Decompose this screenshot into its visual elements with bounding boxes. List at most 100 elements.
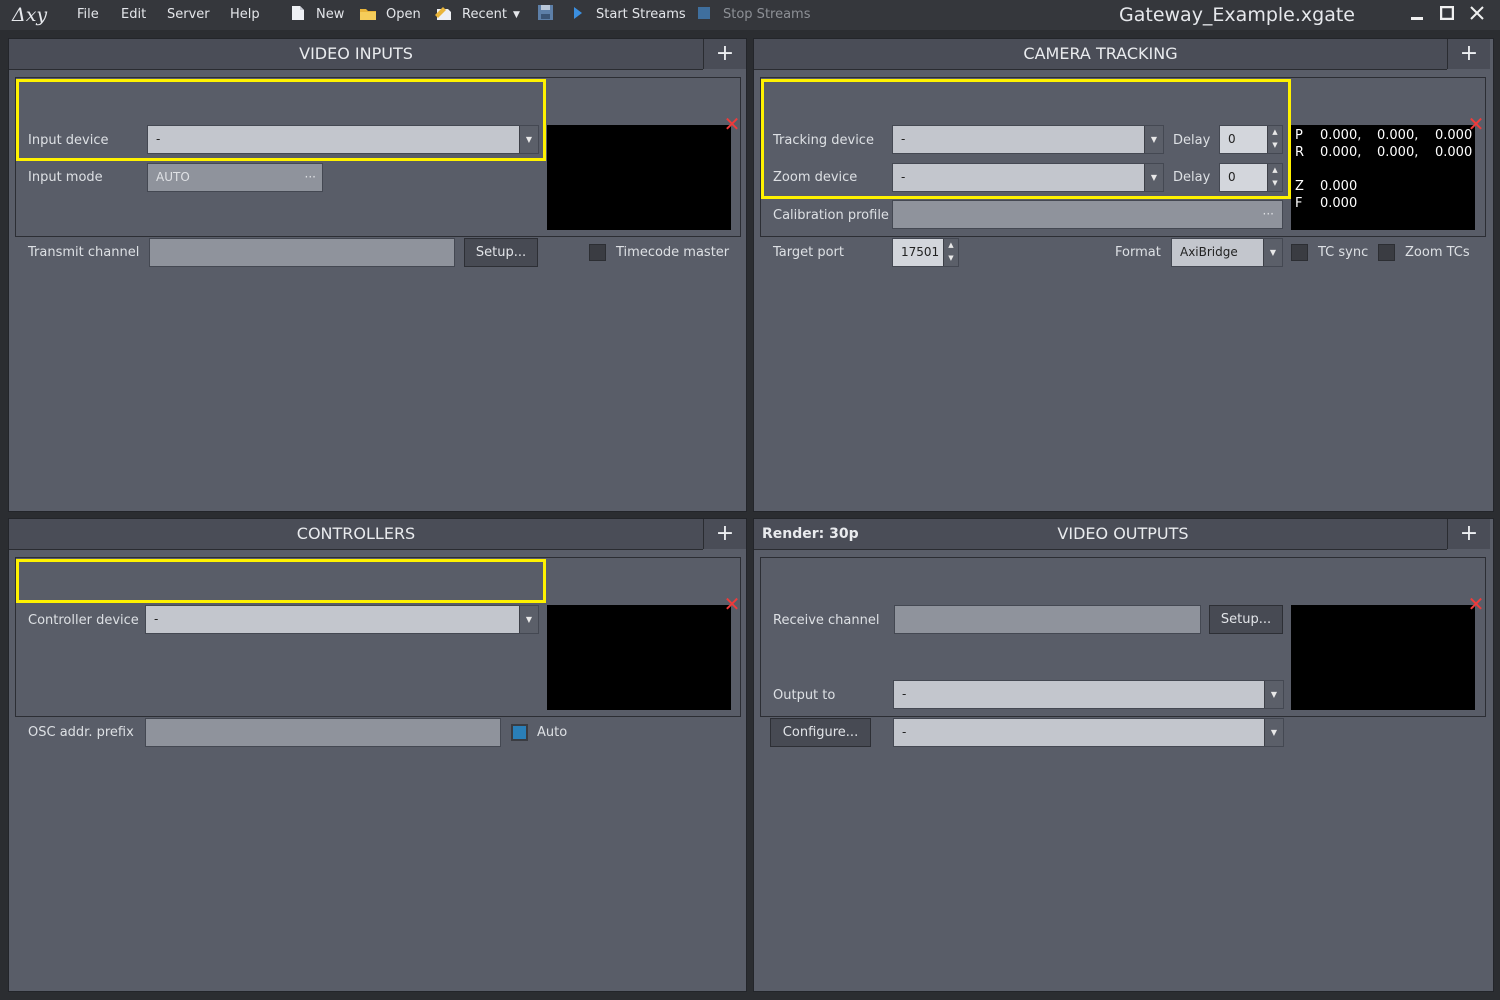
auto-checkbox[interactable] bbox=[511, 724, 528, 741]
format-select[interactable]: AxiBridge ▼ bbox=[1171, 238, 1283, 267]
input-mode-label: Input mode bbox=[28, 170, 103, 185]
menu-server[interactable]: Server bbox=[167, 0, 210, 30]
panel-header: Render: 30p VIDEO OUTPUTS bbox=[754, 519, 1447, 550]
remove-tracking-icon[interactable]: ✕ bbox=[1467, 114, 1485, 134]
p-value-1: 0.000, bbox=[1320, 128, 1362, 143]
format-label: Format bbox=[1115, 245, 1161, 260]
transmit-channel-label: Transmit channel bbox=[28, 245, 140, 260]
controller-device-value: - bbox=[154, 612, 159, 626]
add-video-input-button[interactable]: + bbox=[703, 39, 746, 69]
target-port-spinner[interactable]: 17501 ▲ ▼ bbox=[892, 238, 959, 267]
calibration-profile-label: Calibration profile bbox=[773, 208, 889, 223]
target-port-value: 17501 bbox=[901, 245, 940, 259]
receive-channel-input[interactable] bbox=[894, 605, 1201, 634]
output-to-value: - bbox=[902, 687, 907, 701]
output-preview bbox=[1291, 605, 1475, 710]
osc-prefix-input[interactable] bbox=[145, 718, 501, 747]
new-button[interactable]: New bbox=[316, 0, 344, 30]
input-mode-field[interactable]: AUTO ··· bbox=[147, 163, 323, 192]
panel-header: CONTROLLERS bbox=[9, 519, 703, 550]
tc-sync-checkbox[interactable] bbox=[1291, 244, 1308, 261]
video-outputs-panel: Render: 30p VIDEO OUTPUTS + Receive chan… bbox=[753, 518, 1494, 992]
menu-help[interactable]: Help bbox=[230, 0, 260, 30]
recent-chevron-down-icon[interactable]: ▼ bbox=[513, 0, 520, 30]
receive-channel-label: Receive channel bbox=[773, 613, 880, 628]
close-window-icon[interactable] bbox=[1470, 0, 1486, 30]
highlight-box-input bbox=[16, 79, 546, 161]
remove-output-icon[interactable]: ✕ bbox=[1467, 594, 1485, 614]
f-label: F bbox=[1295, 196, 1303, 211]
chevron-down-icon[interactable]: ▼ bbox=[1263, 239, 1282, 266]
target-port-label: Target port bbox=[773, 245, 844, 260]
r-label: R bbox=[1295, 145, 1305, 160]
app-logo: Δxy bbox=[12, 4, 48, 26]
more-icon[interactable]: ··· bbox=[1263, 201, 1274, 227]
title-bar: Δxy File Edit Server Help New Open Recen… bbox=[0, 0, 1500, 30]
minimize-icon[interactable] bbox=[1410, 0, 1426, 30]
tc-sync-label: TC sync bbox=[1318, 245, 1369, 260]
p-label: P bbox=[1295, 128, 1303, 143]
document-title: Gateway_Example.xgate bbox=[1119, 4, 1355, 26]
input-mode-value: AUTO bbox=[156, 170, 190, 184]
maximize-icon[interactable] bbox=[1439, 0, 1456, 30]
zoom-tcs-checkbox[interactable] bbox=[1378, 244, 1395, 261]
highlight-box-controller bbox=[16, 559, 546, 603]
stop-streams-button[interactable]: Stop Streams bbox=[723, 0, 811, 30]
remove-input-icon[interactable]: ✕ bbox=[723, 114, 741, 134]
controller-device-label: Controller device bbox=[28, 613, 139, 628]
open-button[interactable]: Open bbox=[386, 0, 421, 30]
zoom-tcs-label: Zoom TCs bbox=[1405, 245, 1470, 260]
menu-file[interactable]: File bbox=[77, 0, 99, 30]
r-value-3: 0.000 bbox=[1435, 145, 1473, 160]
output-to-select[interactable]: - ▼ bbox=[893, 680, 1284, 709]
f-value: 0.000 bbox=[1320, 196, 1358, 211]
controller-device-select[interactable]: - ▼ bbox=[145, 605, 539, 634]
remove-controller-icon[interactable]: ✕ bbox=[723, 594, 741, 614]
r-value-1: 0.000, bbox=[1320, 145, 1362, 160]
p-value-2: 0.000, bbox=[1377, 128, 1419, 143]
configure-select[interactable]: - ▼ bbox=[893, 718, 1284, 747]
start-streams-button[interactable]: Start Streams bbox=[596, 0, 686, 30]
menu-edit[interactable]: Edit bbox=[121, 0, 146, 30]
add-tracking-button[interactable]: + bbox=[1447, 39, 1490, 69]
z-label: Z bbox=[1295, 179, 1304, 194]
output-row: Receive channel Setup... ✕ Output to - ▼… bbox=[760, 557, 1486, 747]
panel-title: CAMERA TRACKING bbox=[1023, 44, 1178, 63]
z-value: 0.000 bbox=[1320, 179, 1358, 194]
format-value: AxiBridge bbox=[1180, 245, 1238, 259]
configure-value: - bbox=[902, 725, 907, 739]
setup-button[interactable]: Setup... bbox=[1209, 605, 1283, 634]
chevron-down-icon[interactable]: ▼ bbox=[1264, 719, 1283, 746]
highlight-box-tracking bbox=[761, 79, 1291, 199]
panel-header: CAMERA TRACKING bbox=[754, 39, 1447, 70]
timecode-master-label: Timecode master bbox=[616, 245, 730, 260]
spinner-arrows-icon[interactable]: ▲ ▼ bbox=[943, 239, 958, 266]
play-icon[interactable] bbox=[573, 0, 583, 30]
tracking-readout: P 0.000, 0.000, 0.000 R 0.000, 0.000, 0.… bbox=[1291, 125, 1475, 230]
add-controller-button[interactable]: + bbox=[703, 519, 746, 549]
panel-title: VIDEO INPUTS bbox=[299, 44, 413, 63]
osc-prefix-label: OSC addr. prefix bbox=[28, 725, 134, 740]
timecode-master-checkbox[interactable] bbox=[589, 244, 606, 261]
open-folder-icon[interactable] bbox=[359, 0, 377, 30]
recent-button[interactable]: Recent bbox=[462, 0, 507, 30]
new-file-icon[interactable] bbox=[291, 0, 305, 30]
transmit-channel-input[interactable] bbox=[149, 238, 455, 267]
stop-icon[interactable] bbox=[698, 0, 710, 30]
recent-icon[interactable] bbox=[435, 0, 453, 30]
setup-button[interactable]: Setup... bbox=[464, 238, 538, 267]
chevron-down-icon[interactable]: ▼ bbox=[1264, 681, 1283, 708]
controller-preview bbox=[547, 605, 731, 710]
chevron-down-icon[interactable]: ▼ bbox=[519, 606, 538, 633]
output-to-label: Output to bbox=[773, 688, 836, 703]
add-output-button[interactable]: + bbox=[1447, 519, 1490, 549]
more-icon[interactable]: ··· bbox=[305, 164, 316, 190]
panel-header: VIDEO INPUTS bbox=[9, 39, 703, 70]
panel-title: CONTROLLERS bbox=[296, 524, 416, 543]
video-preview bbox=[547, 125, 731, 230]
panel-title: VIDEO OUTPUTS bbox=[1057, 524, 1189, 543]
save-icon[interactable] bbox=[537, 0, 554, 30]
auto-label: Auto bbox=[537, 725, 568, 740]
calibration-profile-field[interactable]: ··· bbox=[892, 200, 1283, 229]
configure-button[interactable]: Configure... bbox=[770, 718, 871, 747]
